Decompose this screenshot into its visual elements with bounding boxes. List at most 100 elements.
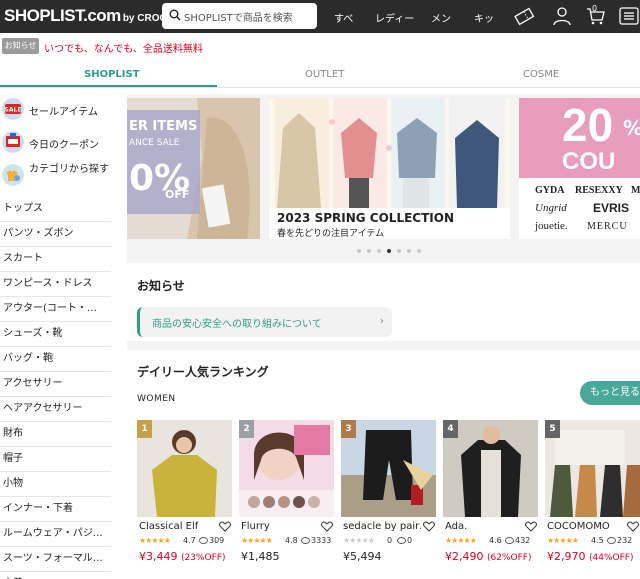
heart-icon[interactable] (627, 521, 639, 532)
rating-value: 4.7 (183, 536, 196, 545)
sidebar-category-skirt[interactable]: スカート (0, 247, 111, 272)
rank-badge: 2 (239, 420, 254, 438)
banner-brand: MERCU (587, 221, 628, 232)
heart-icon[interactable] (219, 521, 231, 532)
carousel-dot[interactable] (367, 249, 371, 253)
sidebar-category-inner[interactable]: インナー・下着 (0, 497, 111, 522)
cart-button[interactable]: 0 (585, 4, 607, 27)
search-box[interactable]: SHOPLISTで商品を検索 (162, 3, 317, 29)
carousel-dot-active[interactable] (387, 249, 391, 253)
heart-icon[interactable] (321, 521, 333, 532)
banner-coupon[interactable]: 20 % COU GYDA RESEXXY M Ungrid EVRIS jou… (519, 98, 640, 239)
nav-ladies[interactable]: レディー (375, 10, 414, 25)
search-placeholder: SHOPLISTで商品を検索 (184, 13, 293, 24)
tab-outlet[interactable]: OUTLET (305, 69, 344, 80)
sidebar-category-pants[interactable]: パンツ・ズボン (0, 222, 111, 247)
sidebar-category-hair-accessory[interactable]: ヘアアクセサリー (0, 397, 111, 422)
sale-icon: SALE (2, 98, 24, 120)
nav-all[interactable]: すべ (334, 10, 353, 25)
carousel-dot[interactable] (417, 249, 421, 253)
nav-kids[interactable]: キッ (474, 10, 494, 25)
cart-count: 0 (592, 4, 598, 13)
sidebar-category-bag[interactable]: バッグ・鞄 (0, 347, 111, 372)
category-icon (2, 164, 24, 186)
svg-text:SALE: SALE (5, 107, 22, 114)
news-link-safety[interactable]: 商品の安心安全への取り組みについて › (137, 307, 392, 337)
product-brand: Flurry (241, 521, 270, 532)
tab-cosme[interactable]: COSME (523, 69, 559, 80)
sidebar-category-swimwear[interactable]: 水着 (0, 572, 111, 579)
heart-icon[interactable] (423, 521, 435, 532)
coupon-icon (2, 131, 24, 153)
banner-spring-image (269, 98, 510, 208)
user-icon[interactable] (551, 5, 573, 27)
review-count: 432 (515, 536, 531, 545)
menu-icon[interactable] (618, 5, 640, 27)
tab-active-indicator (0, 85, 217, 87)
product-price: ¥2,490 (62%OFF) (445, 550, 532, 563)
star-rating-icon: ★★★★★ (343, 536, 375, 545)
carousel-dot[interactable] (397, 249, 401, 253)
review-bubble-icon (607, 537, 616, 544)
carousel-dot[interactable] (377, 249, 381, 253)
review-bubble-icon (505, 537, 514, 544)
shoplist-logo[interactable]: SHOPLIST.com by CROOZ (4, 6, 173, 26)
top-header: SHOPLIST.com by CROOZ SHOPLISTで商品を検索 すべ レ… (0, 0, 640, 33)
carousel-dot[interactable] (357, 249, 361, 253)
sidebar-category-hat[interactable]: 帽子 (0, 447, 111, 472)
banner-spring-collection[interactable]: 2023 SPRING COLLECTION 春を先どりの注目アイテム (269, 98, 510, 239)
product-brand: Ada. (445, 521, 468, 532)
sidebar-item-category[interactable]: カテゴリから探す (0, 160, 111, 197)
sidebar-category-onepiece[interactable]: ワンピース・ドレス (0, 272, 111, 297)
review-count: 232 (617, 536, 633, 545)
banner-brand: GYDA (535, 185, 565, 196)
sidebar-category-tops[interactable]: トップス (0, 197, 111, 222)
review-count: 3333 (311, 536, 332, 545)
product-brand: COCOMOMO (547, 521, 610, 532)
banner-sale-title: ER ITEMS (129, 119, 198, 134)
product-card[interactable]: 3 sedacle by pair… ★★★★★ 0 0 ¥5,494 (341, 420, 436, 570)
sidebar-item-sale[interactable]: SALE セールアイテム (0, 94, 111, 127)
tab-shoplist[interactable]: SHOPLIST (84, 69, 140, 80)
sidebar-item-label: カテゴリから探す (29, 164, 109, 175)
rank-badge: 3 (341, 420, 356, 438)
nav-mens[interactable]: メン (431, 10, 451, 25)
product-card[interactable]: 1 Classical Elf ★★★★★ 4.7 309 ¥3,449 (23… (137, 420, 232, 570)
review-count: 0 (407, 536, 413, 545)
site-tabs: SHOPLIST OUTLET COSME (0, 62, 640, 88)
ranking-title: デイリー人気ランキング (137, 365, 269, 379)
sidebar-category-accessory[interactable]: アクセサリー (0, 372, 111, 397)
sidebar-category-suit[interactable]: スーツ・フォーマル… (0, 547, 111, 572)
product-card[interactable]: 4 Ada. ★★★★★ 4.6 432 ¥2,490 (62%OFF) (443, 420, 538, 570)
star-rating-icon: ★★★★★ (139, 536, 171, 545)
banner-coupon-cou: COU (562, 148, 616, 175)
banner-coupon-big: 20 (562, 99, 614, 151)
rating-value: 4.8 (285, 536, 298, 545)
banner-sale[interactable]: ER ITEMS ANCE SALE 0% OFF (127, 98, 260, 239)
heart-icon[interactable] (525, 521, 537, 532)
rating-value: 4.6 (489, 536, 502, 545)
sidebar-category-goods[interactable]: 小物 (0, 472, 111, 497)
sidebar-category-shoes[interactable]: シューズ・靴 (0, 322, 111, 347)
notice-bar[interactable]: お知らせ いつでも、なんでも、全品送料無料 (0, 33, 640, 60)
rating-value: 4.5 (591, 536, 604, 545)
sidebar-item-label: 今日のクーポン (29, 140, 99, 151)
sidebar-item-coupon[interactable]: 今日のクーポン (0, 127, 111, 160)
banner-coupon-pct: % (623, 116, 640, 140)
news-title: お知らせ (137, 279, 185, 293)
product-brand: Classical Elf (139, 521, 199, 532)
sidebar-category-outer[interactable]: アウター(コート・… (0, 297, 111, 322)
sidebar-category-wallet[interactable]: 財布 (0, 422, 111, 447)
coupon-ticket-icon[interactable] (513, 5, 535, 27)
product-price: ¥1,485 (241, 550, 280, 563)
sidebar-category-roomwear[interactable]: ルームウェア・パジ… (0, 522, 111, 547)
product-card[interactable]: 2 Flurry ★★★★★ 4.8 3333 ¥1,485 (239, 420, 334, 570)
category-sidebar: SALE セールアイテム 今日のクーポン カテゴリから探す トップス パンツ・ズ… (0, 94, 111, 579)
news-link-text: 商品の安心安全への取り組みについて (152, 319, 322, 330)
sidebar-item-label: セールアイテム (29, 107, 98, 118)
see-more-button[interactable]: もっと見る (580, 381, 640, 405)
product-card[interactable]: 5 COCOMOMO ★★★★★ 4.5 232 ¥2,970 (44%OFF) (545, 420, 640, 570)
product-price: ¥2,970 (44%OFF) (547, 550, 634, 563)
carousel-dot[interactable] (407, 249, 411, 253)
star-rating-icon: ★★★★★ (241, 536, 273, 545)
